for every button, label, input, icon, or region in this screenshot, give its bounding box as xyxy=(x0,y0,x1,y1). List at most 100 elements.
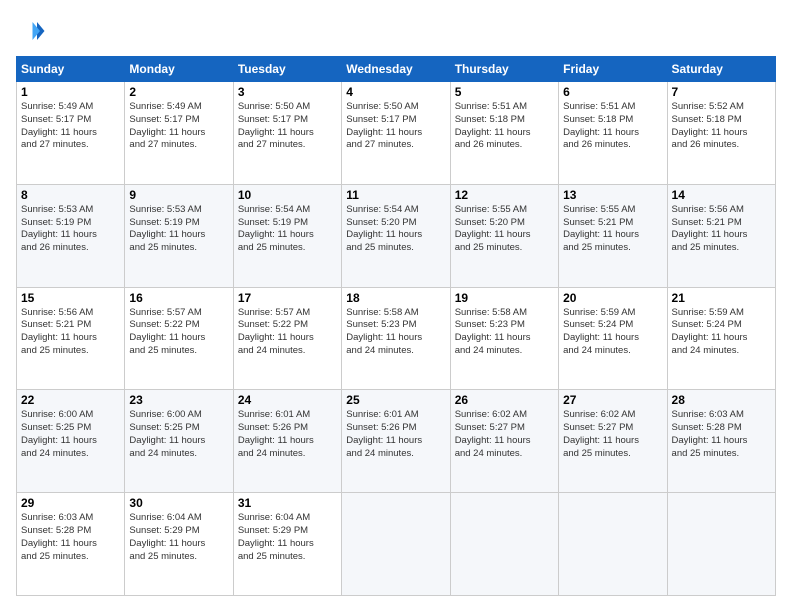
calendar-cell: 4 Sunrise: 5:50 AM Sunset: 5:17 PM Daylig… xyxy=(342,82,450,185)
day-info: Sunrise: 5:55 AM Sunset: 5:21 PM Dayligh… xyxy=(563,204,662,255)
day-info: Sunrise: 6:03 AM Sunset: 5:28 PM Dayligh… xyxy=(672,409,771,460)
calendar-header-row: SundayMondayTuesdayWednesdayThursdayFrid… xyxy=(17,57,776,82)
day-info: Sunrise: 6:04 AM Sunset: 5:29 PM Dayligh… xyxy=(129,512,228,563)
day-info: Sunrise: 5:57 AM Sunset: 5:22 PM Dayligh… xyxy=(238,307,337,358)
day-number: 4 xyxy=(346,85,445,99)
day-number: 15 xyxy=(21,291,120,305)
day-number: 18 xyxy=(346,291,445,305)
calendar-cell: 14 Sunrise: 5:56 AM Sunset: 5:21 PM Dayli… xyxy=(667,184,775,287)
day-number: 19 xyxy=(455,291,554,305)
calendar-cell xyxy=(667,493,775,596)
col-header-thursday: Thursday xyxy=(450,57,558,82)
col-header-friday: Friday xyxy=(559,57,667,82)
day-number: 31 xyxy=(238,496,337,510)
calendar-week-2: 8Sunrise: 5:53 AM Sunset: 5:19 PM Daylig… xyxy=(17,184,776,287)
calendar-cell: 19 Sunrise: 5:58 AM Sunset: 5:23 PM Dayli… xyxy=(450,287,558,390)
day-info: Sunrise: 5:51 AM Sunset: 5:18 PM Dayligh… xyxy=(455,101,554,152)
day-number: 3 xyxy=(238,85,337,99)
day-number: 28 xyxy=(672,393,771,407)
calendar-cell: 29Sunrise: 6:03 AM Sunset: 5:28 PM Dayli… xyxy=(17,493,125,596)
page: SundayMondayTuesdayWednesdayThursdayFrid… xyxy=(0,0,792,612)
calendar-cell: 31 Sunrise: 6:04 AM Sunset: 5:29 PM Dayli… xyxy=(233,493,341,596)
day-info: Sunrise: 5:50 AM Sunset: 5:17 PM Dayligh… xyxy=(346,101,445,152)
calendar-cell: 15 Sunrise: 5:56 AM Sunset: 5:21 PM Dayli… xyxy=(17,287,125,390)
calendar-week-5: 29Sunrise: 6:03 AM Sunset: 5:28 PM Dayli… xyxy=(17,493,776,596)
calendar-cell: 22 Sunrise: 6:00 AM Sunset: 5:25 PM Dayli… xyxy=(17,390,125,493)
day-info: Sunrise: 5:55 AM Sunset: 5:20 PM Dayligh… xyxy=(455,204,554,255)
calendar-cell: 2Sunrise: 5:49 AM Sunset: 5:17 PM Daylig… xyxy=(125,82,233,185)
day-number: 14 xyxy=(672,188,771,202)
calendar-cell: 7Sunrise: 5:52 AM Sunset: 5:18 PM Daylig… xyxy=(667,82,775,185)
calendar-cell: 9Sunrise: 5:53 AM Sunset: 5:19 PM Daylig… xyxy=(125,184,233,287)
day-info: Sunrise: 5:56 AM Sunset: 5:21 PM Dayligh… xyxy=(672,204,771,255)
day-info: Sunrise: 6:03 AM Sunset: 5:28 PM Dayligh… xyxy=(21,512,120,563)
day-info: Sunrise: 6:02 AM Sunset: 5:27 PM Dayligh… xyxy=(563,409,662,460)
calendar-cell: 17 Sunrise: 5:57 AM Sunset: 5:22 PM Dayli… xyxy=(233,287,341,390)
calendar-week-3: 15 Sunrise: 5:56 AM Sunset: 5:21 PM Dayli… xyxy=(17,287,776,390)
logo xyxy=(16,16,50,46)
day-info: Sunrise: 5:59 AM Sunset: 5:24 PM Dayligh… xyxy=(563,307,662,358)
day-info: Sunrise: 6:01 AM Sunset: 5:26 PM Dayligh… xyxy=(346,409,445,460)
day-info: Sunrise: 6:01 AM Sunset: 5:26 PM Dayligh… xyxy=(238,409,337,460)
calendar-cell: 6 Sunrise: 5:51 AM Sunset: 5:18 PM Daylig… xyxy=(559,82,667,185)
calendar-cell: 20 Sunrise: 5:59 AM Sunset: 5:24 PM Dayli… xyxy=(559,287,667,390)
col-header-saturday: Saturday xyxy=(667,57,775,82)
col-header-monday: Monday xyxy=(125,57,233,82)
day-info: Sunrise: 5:50 AM Sunset: 5:17 PM Dayligh… xyxy=(238,101,337,152)
calendar-cell: 3 Sunrise: 5:50 AM Sunset: 5:17 PM Daylig… xyxy=(233,82,341,185)
day-number: 2 xyxy=(129,85,228,99)
calendar-cell: 24 Sunrise: 6:01 AM Sunset: 5:26 PM Dayli… xyxy=(233,390,341,493)
day-number: 30 xyxy=(129,496,228,510)
calendar-cell: 23Sunrise: 6:00 AM Sunset: 5:25 PM Dayli… xyxy=(125,390,233,493)
calendar-cell: 30 Sunrise: 6:04 AM Sunset: 5:29 PM Dayli… xyxy=(125,493,233,596)
day-number: 27 xyxy=(563,393,662,407)
day-number: 24 xyxy=(238,393,337,407)
day-number: 8 xyxy=(21,188,120,202)
col-header-tuesday: Tuesday xyxy=(233,57,341,82)
day-number: 20 xyxy=(563,291,662,305)
day-info: Sunrise: 6:04 AM Sunset: 5:29 PM Dayligh… xyxy=(238,512,337,563)
calendar-cell xyxy=(450,493,558,596)
calendar-cell: 28 Sunrise: 6:03 AM Sunset: 5:28 PM Dayli… xyxy=(667,390,775,493)
calendar-week-1: 1 Sunrise: 5:49 AM Sunset: 5:17 PM Daylig… xyxy=(17,82,776,185)
day-info: Sunrise: 5:49 AM Sunset: 5:17 PM Dayligh… xyxy=(21,101,120,152)
day-number: 11 xyxy=(346,188,445,202)
calendar-cell: 8Sunrise: 5:53 AM Sunset: 5:19 PM Daylig… xyxy=(17,184,125,287)
day-number: 9 xyxy=(129,188,228,202)
calendar-cell: 12 Sunrise: 5:55 AM Sunset: 5:20 PM Dayli… xyxy=(450,184,558,287)
calendar-cell: 5 Sunrise: 5:51 AM Sunset: 5:18 PM Daylig… xyxy=(450,82,558,185)
day-number: 21 xyxy=(672,291,771,305)
calendar-cell: 10 Sunrise: 5:54 AM Sunset: 5:19 PM Dayli… xyxy=(233,184,341,287)
calendar-cell: 16Sunrise: 5:57 AM Sunset: 5:22 PM Dayli… xyxy=(125,287,233,390)
day-number: 12 xyxy=(455,188,554,202)
calendar-cell: 11 Sunrise: 5:54 AM Sunset: 5:20 PM Dayli… xyxy=(342,184,450,287)
day-info: Sunrise: 5:51 AM Sunset: 5:18 PM Dayligh… xyxy=(563,101,662,152)
day-number: 7 xyxy=(672,85,771,99)
col-header-wednesday: Wednesday xyxy=(342,57,450,82)
day-info: Sunrise: 5:58 AM Sunset: 5:23 PM Dayligh… xyxy=(346,307,445,358)
header xyxy=(16,16,776,46)
day-info: Sunrise: 5:56 AM Sunset: 5:21 PM Dayligh… xyxy=(21,307,120,358)
day-number: 1 xyxy=(21,85,120,99)
calendar-table: SundayMondayTuesdayWednesdayThursdayFrid… xyxy=(16,56,776,596)
calendar-cell: 18 Sunrise: 5:58 AM Sunset: 5:23 PM Dayli… xyxy=(342,287,450,390)
col-header-sunday: Sunday xyxy=(17,57,125,82)
day-info: Sunrise: 5:54 AM Sunset: 5:20 PM Dayligh… xyxy=(346,204,445,255)
day-number: 17 xyxy=(238,291,337,305)
calendar-cell: 13 Sunrise: 5:55 AM Sunset: 5:21 PM Dayli… xyxy=(559,184,667,287)
day-info: Sunrise: 5:54 AM Sunset: 5:19 PM Dayligh… xyxy=(238,204,337,255)
day-number: 22 xyxy=(21,393,120,407)
day-info: Sunrise: 5:58 AM Sunset: 5:23 PM Dayligh… xyxy=(455,307,554,358)
day-info: Sunrise: 6:00 AM Sunset: 5:25 PM Dayligh… xyxy=(129,409,228,460)
day-number: 10 xyxy=(238,188,337,202)
day-number: 5 xyxy=(455,85,554,99)
day-info: Sunrise: 6:00 AM Sunset: 5:25 PM Dayligh… xyxy=(21,409,120,460)
day-number: 6 xyxy=(563,85,662,99)
day-number: 26 xyxy=(455,393,554,407)
day-number: 13 xyxy=(563,188,662,202)
calendar-cell: 1 Sunrise: 5:49 AM Sunset: 5:17 PM Daylig… xyxy=(17,82,125,185)
calendar-cell: 21Sunrise: 5:59 AM Sunset: 5:24 PM Dayli… xyxy=(667,287,775,390)
calendar-cell: 26Sunrise: 6:02 AM Sunset: 5:27 PM Dayli… xyxy=(450,390,558,493)
day-number: 16 xyxy=(129,291,228,305)
calendar-week-4: 22 Sunrise: 6:00 AM Sunset: 5:25 PM Dayli… xyxy=(17,390,776,493)
